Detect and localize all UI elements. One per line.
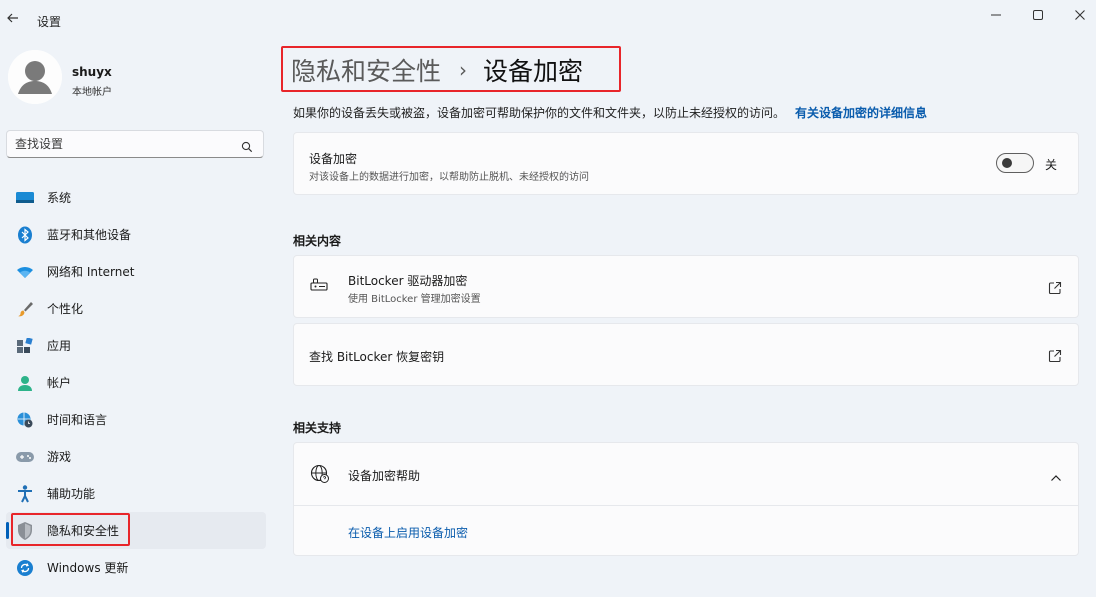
search-input[interactable] (15, 135, 235, 153)
bitlocker-subtitle: 使用 BitLocker 管理加密设置 (348, 294, 481, 305)
account-icon (16, 374, 34, 392)
learn-more-link[interactable]: 有关设备加密的详细信息 (795, 106, 927, 120)
help-expander: 设备加密帮助 在设备上启用设备加密 (293, 442, 1079, 556)
toggle-state-label: 关 (1045, 158, 1058, 172)
account-type: 本地帐户 (72, 87, 112, 98)
toggle-knob (1002, 158, 1012, 168)
sidebar-item-label: 蓝牙和其他设备 (47, 228, 132, 242)
external-link-icon (1048, 280, 1062, 295)
breadcrumb-separator: › (459, 58, 468, 82)
avatar[interactable] (8, 50, 62, 104)
help-title: 设备加密帮助 (348, 469, 421, 483)
bitlocker-card[interactable]: BitLocker 驱动器加密 使用 BitLocker 管理加密设置 (293, 255, 1079, 318)
sidebar-item-label: 游戏 (47, 450, 72, 464)
sidebar-item-label: 个性化 (47, 302, 84, 316)
related-content-heading: 相关内容 (293, 234, 342, 248)
sidebar-item-system[interactable]: 系统 (6, 179, 266, 216)
device-encryption-card: 设备加密 对该设备上的数据进行加密，以帮助防止脱机、未经授权的访问 关 (293, 132, 1079, 195)
sidebar-item-label: 隐私和安全性 (47, 524, 120, 538)
sidebar-item-label: 应用 (47, 339, 72, 353)
sidebar-item-windows-update[interactable]: Windows 更新 (6, 549, 266, 586)
sidebar-item-accessibility[interactable]: 辅助功能 (6, 475, 266, 512)
bitlocker-key-icon (310, 278, 330, 294)
wifi-icon (16, 263, 34, 281)
sidebar-item-time-language[interactable]: 时间和语言 (6, 401, 266, 438)
setting-description: 对该设备上的数据进行加密，以帮助防止脱机、未经授权的访问 (309, 172, 589, 183)
sidebar-item-label: 帐户 (47, 376, 72, 390)
setting-title: 设备加密 (309, 152, 358, 166)
chevron-up-icon[interactable] (1050, 468, 1062, 481)
find-recovery-key-card[interactable]: 查找 BitLocker 恢复密钥 (293, 323, 1079, 386)
minimize-button[interactable] (985, 6, 1007, 24)
sidebar-item-personalization[interactable]: 个性化 (6, 290, 266, 327)
encryption-toggle[interactable] (996, 153, 1034, 173)
help-expander-header[interactable]: 设备加密帮助 (294, 443, 1078, 505)
sidebar-item-bluetooth[interactable]: 蓝牙和其他设备 (6, 216, 266, 253)
back-arrow-icon[interactable] (6, 10, 24, 28)
sidebar-item-gaming[interactable]: 游戏 (6, 438, 266, 475)
globe-clock-icon (16, 411, 34, 429)
bluetooth-icon (16, 226, 34, 244)
sidebar-item-label: Windows 更新 (47, 561, 129, 575)
accessibility-icon (16, 484, 34, 503)
apps-icon (16, 337, 34, 355)
sidebar-item-apps[interactable]: 应用 (6, 327, 266, 364)
sidebar-nav: 系统 蓝牙和其他设备 网络和 Internet 个性化 应用 帐户 时间和语言 … (6, 179, 266, 586)
system-icon (16, 189, 34, 207)
brush-icon (16, 300, 34, 318)
breadcrumb: 隐私和安全性 › 设备加密 (291, 52, 583, 88)
update-icon (16, 559, 34, 577)
maximize-button[interactable] (1027, 6, 1049, 24)
window-title: 设置 (37, 15, 62, 29)
external-link-icon (1048, 348, 1062, 363)
expander-divider (294, 505, 1078, 506)
enable-encryption-help-link[interactable]: 在设备上启用设备加密 (348, 524, 468, 541)
intro-description: 如果你的设备丢失或被盗，设备加密可帮助保护你的文件和文件夹，以防止未经授权的访问… (293, 106, 786, 120)
globe-help-icon (310, 464, 330, 484)
sidebar-item-label: 网络和 Internet (47, 265, 135, 279)
shield-icon (16, 521, 34, 540)
sidebar-item-label: 辅助功能 (47, 487, 96, 501)
sidebar-item-label: 系统 (47, 191, 72, 205)
bitlocker-title: BitLocker 驱动器加密 (348, 274, 468, 288)
title-bar: 设置 (0, 0, 1096, 40)
sidebar-item-accounts[interactable]: 帐户 (6, 364, 266, 401)
page-title: 设备加密 (483, 57, 584, 86)
related-support-heading: 相关支持 (293, 421, 342, 435)
close-button[interactable] (1069, 6, 1091, 24)
gamepad-icon (16, 448, 34, 466)
sidebar-item-privacy-security[interactable]: 隐私和安全性 (6, 512, 266, 549)
search-icon[interactable] (241, 138, 253, 153)
breadcrumb-parent[interactable]: 隐私和安全性 (291, 52, 441, 88)
recovery-key-title: 查找 BitLocker 恢复密钥 (309, 350, 445, 364)
sidebar-item-label: 时间和语言 (47, 413, 108, 427)
intro-text: 如果你的设备丢失或被盗，设备加密可帮助保护你的文件和文件夹，以防止未经授权的访问… (293, 104, 927, 121)
search-box[interactable] (6, 130, 264, 158)
user-name: shuyx (72, 65, 112, 79)
sidebar-item-network[interactable]: 网络和 Internet (6, 253, 266, 290)
